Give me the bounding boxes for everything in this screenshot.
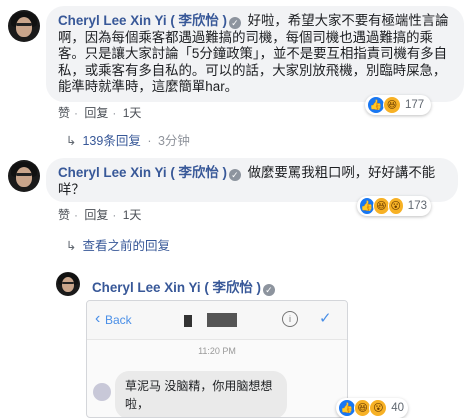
back-label[interactable]: Back [105, 313, 132, 327]
message-bubble: 草泥马 没脑精，你用脑想想啦， [115, 371, 287, 417]
face [16, 167, 32, 187]
avatar[interactable] [8, 10, 40, 42]
comment-time[interactable]: 1天 [123, 208, 142, 222]
haha-reaction-icon: 😆 [383, 96, 401, 114]
chat-header: ‹ Back i ✓ [87, 301, 347, 340]
sender-avatar [93, 383, 111, 401]
replies-link[interactable]: ↳ 139条回复 · 3分钟 [66, 130, 190, 149]
verified-icon: ✓ [262, 284, 275, 296]
reaction-count: 177 [405, 99, 425, 111]
message-time: 11:20 PM [198, 346, 236, 356]
wow-reaction-icon: 😮 [387, 197, 404, 215]
like-button[interactable]: 赞 [58, 106, 70, 120]
reply-author-line: Cheryl Lee Xin Yi ( 李欣怡 ) ✓ [92, 276, 278, 296]
replies-count[interactable]: 139条回复 [82, 134, 140, 148]
attached-image[interactable]: ‹ Back i ✓ 11:20 PM 草泥马 没脑精，你用脑想想啦， [86, 300, 348, 418]
back-chevron-icon[interactable]: ‹ [95, 310, 100, 328]
comment-author[interactable]: Cheryl Lee Xin Yi ( 李欣怡 ) [58, 13, 227, 28]
face [62, 277, 74, 293]
wow-reaction-icon: 😮 [369, 399, 388, 417]
reply-author[interactable]: Cheryl Lee Xin Yi ( 李欣怡 ) [92, 280, 261, 295]
reply-button[interactable]: 回复 [84, 106, 108, 120]
separator: · [147, 134, 152, 148]
comment-author[interactable]: Cheryl Lee Xin Yi ( 李欣怡 ) [58, 165, 227, 180]
avatar[interactable] [56, 272, 80, 296]
replies-time: 3分钟 [157, 134, 190, 148]
face [16, 17, 32, 37]
reply-arrow-icon: ↳ [66, 239, 77, 253]
censored-avatar [184, 315, 192, 327]
view-previous-label[interactable]: 查看之前的回复 [82, 239, 170, 253]
reply-button[interactable]: 回复 [84, 208, 108, 222]
censored-name [207, 313, 237, 327]
sunglasses [62, 281, 74, 284]
avatar[interactable] [8, 160, 40, 192]
like-button[interactable]: 赞 [58, 208, 70, 222]
reaction-summary[interactable]: 👍 😆 😮 40 [336, 398, 408, 418]
view-previous-replies[interactable]: ↳ 查看之前的回复 [66, 235, 170, 254]
comment-actions: 赞 · 回复 · 1天 [58, 106, 142, 120]
info-icon[interactable]: i [282, 311, 298, 327]
verified-icon: ✓ [228, 17, 241, 29]
verified-icon: ✓ [228, 169, 241, 181]
comment-bubble: Cheryl Lee Xin Yi ( 李欣怡 ) ✓ 好啦，希望大家不要有極端性… [46, 6, 464, 102]
check-icon[interactable]: ✓ [319, 309, 332, 327]
reply-arrow-icon: ↳ [66, 134, 77, 148]
reaction-count: 40 [391, 402, 404, 414]
comment-time[interactable]: 1天 [123, 106, 142, 120]
comment-actions: 赞 · 回复 · 1天 [58, 208, 142, 222]
reaction-summary[interactable]: 👍 😆 😮 173 [357, 196, 431, 216]
reaction-summary[interactable]: 👍 😆 177 [365, 95, 431, 115]
sunglasses [16, 22, 32, 26]
reaction-count: 173 [407, 200, 427, 212]
sunglasses [16, 172, 32, 176]
